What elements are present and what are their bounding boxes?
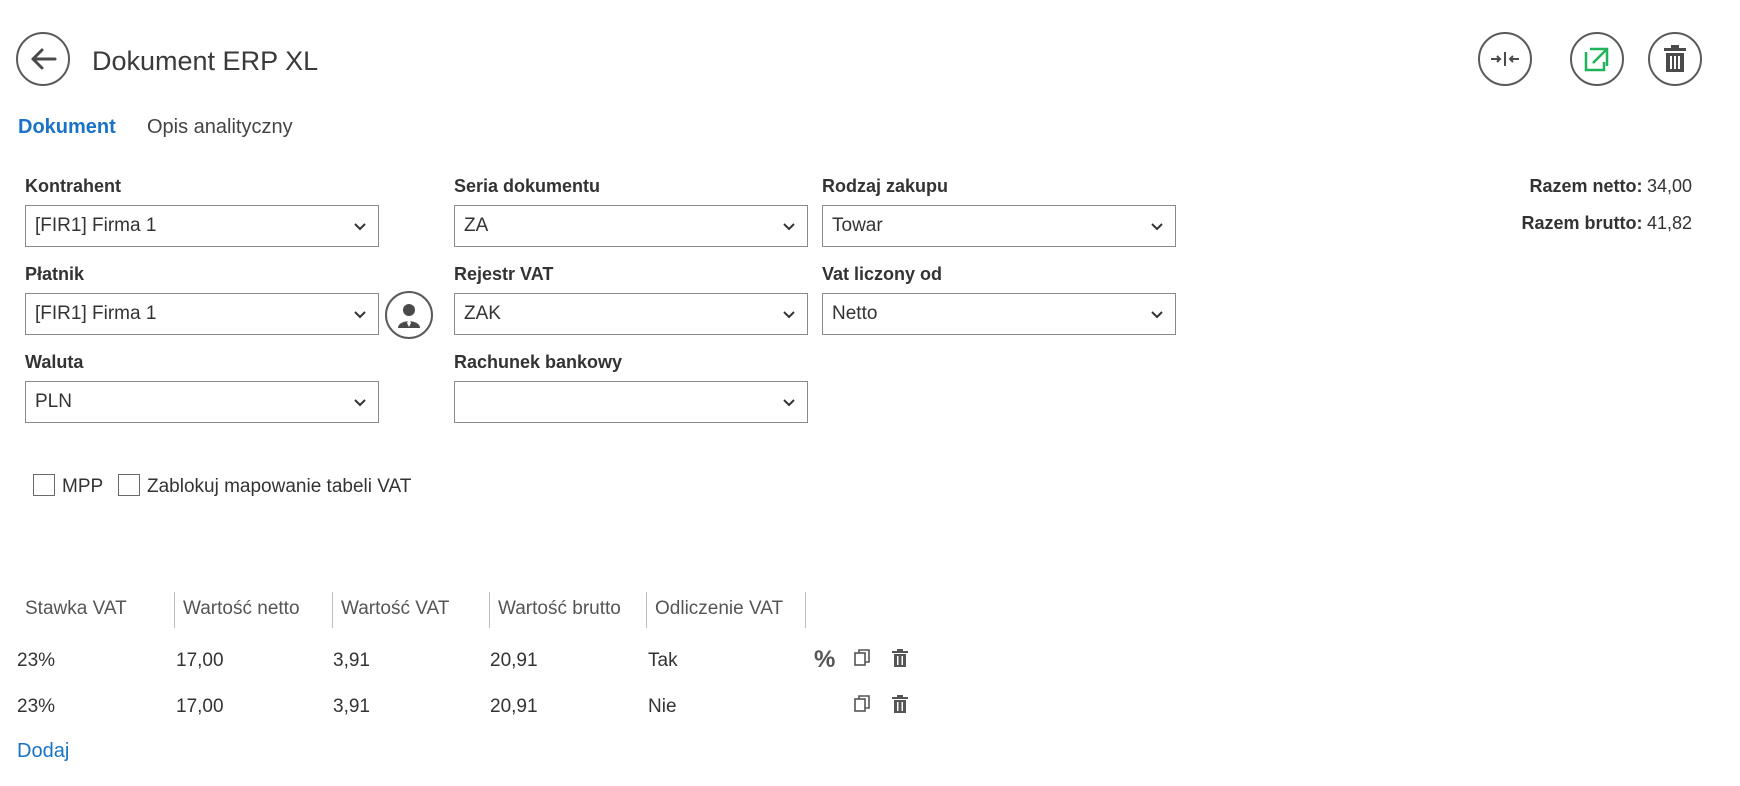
column-separator (332, 592, 333, 628)
tab-opis-analityczny[interactable]: Opis analityczny (147, 116, 293, 139)
row2-stawka: 23% (17, 696, 56, 717)
rejestr-label: Rejestr VAT (454, 264, 554, 284)
waluta-select[interactable]: PLN (25, 381, 379, 423)
rachunek-select[interactable] (454, 381, 808, 423)
chevron-down-icon (783, 223, 795, 231)
razem-netto-label: Razem netto: (1529, 176, 1643, 196)
chevron-down-icon (354, 399, 366, 407)
kontrahent-value: [FIR1] Firma 1 (35, 215, 157, 236)
seria-select[interactable]: ZA (454, 205, 808, 247)
tab-dokument[interactable]: Dokument (18, 116, 116, 139)
trash-icon (1664, 45, 1686, 72)
zablokuj-mapowanie-checkbox[interactable] (118, 474, 140, 496)
page-title: Dokument ERP XL (92, 46, 319, 76)
mpp-label: MPP (62, 476, 104, 497)
column-separator (646, 592, 647, 628)
column-header-vat: Wartość VAT (341, 598, 450, 619)
row1-odliczenie: Tak (648, 650, 678, 671)
kontrahent-label: Kontrahent (25, 176, 121, 196)
row1-netto: 17,00 (176, 650, 224, 671)
row2-netto: 17,00 (176, 696, 224, 717)
razem-brutto-label: Razem brutto: (1521, 213, 1643, 233)
chevron-down-icon (783, 311, 795, 319)
chevron-down-icon (1151, 311, 1163, 319)
row1-brutto: 20,91 (490, 650, 538, 671)
chevron-down-icon (354, 311, 366, 319)
column-header-netto: Wartość netto (183, 598, 300, 619)
platnik-details-button[interactable] (385, 291, 433, 339)
add-vat-row-link[interactable]: Dodaj (17, 740, 69, 763)
waluta-value: PLN (35, 391, 72, 412)
platnik-select[interactable]: [FIR1] Firma 1 (25, 293, 379, 335)
vat-od-label: Vat liczony od (822, 264, 943, 284)
column-separator (489, 592, 490, 628)
kontrahent-select[interactable]: [FIR1] Firma 1 (25, 205, 379, 247)
row1-percent-button[interactable]: % (814, 646, 835, 674)
column-header-stawka: Stawka VAT (25, 598, 127, 619)
vat-od-select[interactable]: Netto (822, 293, 1176, 335)
back-button[interactable] (16, 32, 70, 86)
rejestr-value: ZAK (464, 303, 501, 324)
row1-vat: 3,91 (333, 650, 370, 671)
trash-icon[interactable] (890, 648, 910, 668)
seria-label: Seria dokumentu (454, 176, 601, 196)
razem-brutto-value: 41,82 (1646, 213, 1692, 233)
platnik-value: [FIR1] Firma 1 (35, 303, 157, 324)
rodzaj-value: Towar (832, 215, 883, 236)
column-header-brutto: Wartość brutto (498, 598, 621, 619)
razem-netto-value: 34,00 (1646, 176, 1692, 196)
rejestr-select[interactable]: ZAK (454, 293, 808, 335)
copy-icon[interactable] (852, 694, 872, 714)
rodzaj-label: Rodzaj zakupu (822, 176, 949, 196)
row2-brutto: 20,91 (490, 696, 538, 717)
platnik-label: Płatnik (25, 264, 85, 284)
zablokuj-mapowanie-label: Zablokuj mapowanie tabeli VAT (147, 476, 412, 497)
user-icon (398, 304, 420, 328)
column-separator (174, 592, 175, 628)
trash-icon[interactable] (890, 694, 910, 714)
delete-document-button[interactable] (1648, 32, 1702, 86)
rachunek-label: Rachunek bankowy (454, 352, 623, 372)
row2-odliczenie: Nie (648, 696, 677, 717)
column-separator (805, 592, 806, 628)
external-link-icon (1584, 47, 1609, 72)
column-header-odliczenie: Odliczenie VAT (655, 598, 784, 619)
copy-icon[interactable] (852, 648, 872, 668)
collapse-button[interactable] (1478, 32, 1532, 86)
mpp-checkbox[interactable] (33, 474, 55, 496)
collapse-icon (1491, 52, 1519, 66)
open-external-button[interactable] (1570, 32, 1624, 86)
waluta-label: Waluta (25, 352, 84, 372)
vat-od-value: Netto (832, 303, 878, 324)
seria-value: ZA (464, 215, 489, 236)
rodzaj-select[interactable]: Towar (822, 205, 1176, 247)
row2-vat: 3,91 (333, 696, 370, 717)
chevron-down-icon (783, 399, 795, 407)
chevron-down-icon (1151, 223, 1163, 231)
arrow-left-icon (31, 48, 57, 70)
totals: Razem netto: 34,00 Razem brutto: 41,82 (1522, 176, 1693, 234)
chevron-down-icon (354, 223, 366, 231)
row1-stawka: 23% (17, 650, 56, 671)
